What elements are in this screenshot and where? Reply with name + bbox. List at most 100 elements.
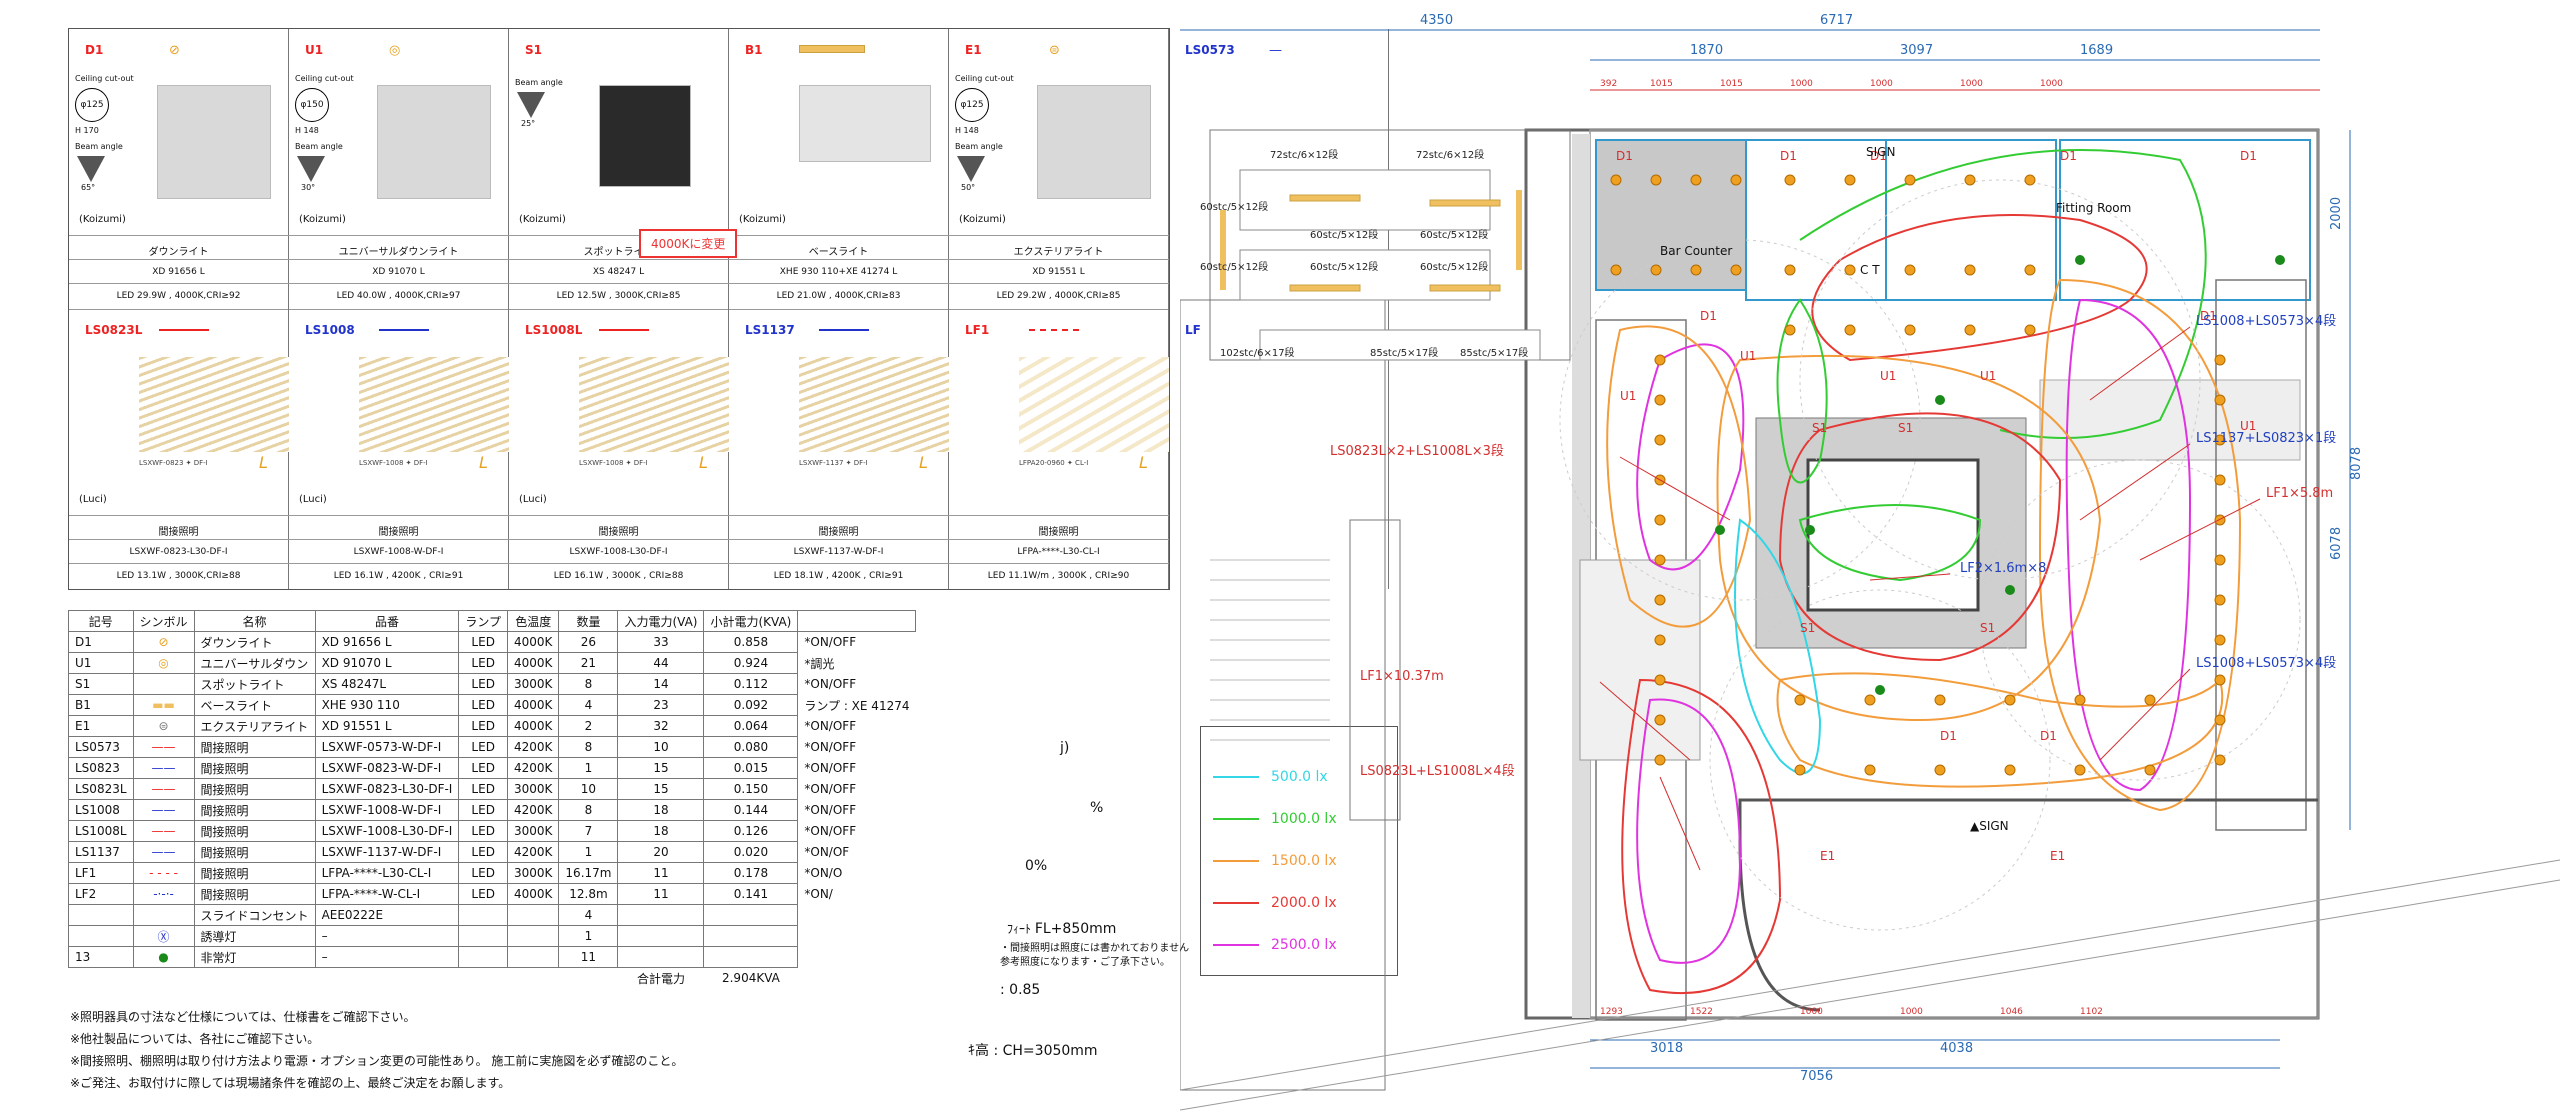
schedule-cell: Ⓧ (132, 925, 195, 947)
schedule-cell: —— (132, 820, 195, 842)
schedule-row: S1 スポットライト XS 48247L LED 3000K 8 14 0.112 *ON/OF… (68, 673, 916, 695)
schedule-header-cell: 記号 (68, 610, 134, 632)
schedule-cell: LFPA-****-W-CL-I (314, 883, 460, 905)
cutout-label: Ceiling cut-out (75, 74, 134, 83)
emergency-light-icon (1875, 685, 1885, 695)
schedule-cell: - - - - (132, 862, 195, 884)
cutout-circle-icon: φ125 (955, 88, 989, 122)
beam-angle: 65° (81, 183, 96, 192)
schedule-row: LS1137 —— 間接照明 LSXWF-1137-W-DF-I LED 4200K 1 20… (68, 841, 916, 863)
fixture-model: XD 91070 L (372, 267, 425, 277)
schedule-cell: 11 (617, 883, 705, 905)
schedule-total-row: 合計電力 2.904KVA (69, 968, 916, 989)
shelf-label: 72stc/6×12段 (1270, 148, 1338, 161)
fixture-label: U1 (1880, 369, 1896, 383)
schedule-cell: D1 (68, 631, 134, 653)
schedule-cell: 間接照明 (193, 841, 316, 863)
schedule-row: 13 ● 非常灯 – 11 (68, 946, 916, 968)
schedule-cell: XHE 930 110 (314, 694, 460, 716)
schedule-cell: LS1137 (68, 841, 134, 863)
downlight-marker-icon (1690, 174, 1702, 186)
maker-label: (Koizumi) (79, 214, 126, 225)
catalog-cell-ls1137: LS1137 LSXWF-1137 ✦ DF-I L 間接照明 LSXWF-1137-W… (729, 309, 949, 589)
fixture-specs: Beam angle 25° (515, 73, 585, 130)
dimension-sub-label: 1000 (1900, 1007, 1923, 1017)
schedule-cell: 26 (558, 631, 619, 653)
fixture-spec: LED 13.1W , 3000K,CRI≥88 (116, 571, 241, 581)
fixture-code: U1 (305, 43, 324, 57)
downlight-marker-icon (2214, 554, 2226, 566)
line-symbol-icon (379, 329, 429, 331)
right-shelf-wall (2215, 279, 2307, 831)
strip-label: LSXWF-1137 ✦ DF-I (799, 459, 868, 467)
downlight-marker-icon (2074, 694, 2086, 706)
height-label: H 170 (75, 126, 99, 135)
dimension-sub-label: 1046 (2000, 1007, 2023, 1017)
drawing-sheet: D1 ⊘ Ceiling cut-out φ125 H 170 Beam angle 65°… (0, 0, 2560, 1116)
schedule-cell: LS0823 (68, 757, 134, 779)
downlight-marker-icon (2214, 674, 2226, 686)
fixture-model: XD 91551 L (1032, 267, 1085, 277)
schedule-cell: 33 (617, 631, 705, 653)
total-value: 2.904KVA (721, 971, 780, 985)
schedule-cell (617, 946, 705, 968)
emergency-light-icon (1715, 525, 1725, 535)
led-strip-photo (359, 357, 509, 452)
downlight-marker-icon (1964, 264, 1976, 276)
downlight-marker-icon (1650, 264, 1662, 276)
schedule-cell: —— (132, 778, 195, 800)
schedule-cell: 間接照明 (193, 757, 316, 779)
total-label: 合計電力 (636, 971, 685, 986)
right-display (2039, 379, 2301, 461)
schedule-cell: 14 (617, 673, 705, 695)
schedule-cell: 0.020 (703, 841, 799, 863)
schedule-cell: ⊘ (132, 631, 195, 653)
fixture-label: D1 (1780, 149, 1797, 163)
schedule-cell: 4 (558, 694, 619, 716)
catalog-cell-b1: B1 (Koizumi) ベースライト XHE 930 110+XE 41274 L L… (729, 29, 949, 309)
schedule-cell: 10 (617, 736, 705, 758)
downlight-marker-icon (2214, 474, 2226, 486)
room-label: C T (1860, 263, 1880, 277)
dimension-label: 7056 (1800, 1069, 1833, 1084)
fixture-code: B1 (745, 43, 763, 57)
schedule-cell: ● (132, 946, 195, 968)
base-light-symbol-icon (799, 45, 865, 53)
maker-label: (Koizumi) (519, 214, 566, 225)
schedule-cell: 4000K (506, 883, 560, 905)
reference-note: 参考照度になります・ご了承下さい。 (1000, 957, 1170, 968)
schedule-cell: 11 (617, 862, 705, 884)
emergency-light-icon (1935, 395, 1945, 405)
schedule-cell: *ON/OFF (804, 740, 857, 754)
schedule-cell: 4000K (506, 715, 560, 737)
callout-label: LS1008+LS0573×4段 (2196, 656, 2336, 671)
stair-area (1180, 299, 1386, 1091)
schedule-cell: 0.924 (703, 652, 799, 674)
schedule-cell: LED (458, 652, 508, 674)
schedule-cell: 間接照明 (193, 736, 316, 758)
fixture-model: LFPA-****-L30-CL-I (1017, 547, 1100, 557)
schedule-cell (798, 947, 916, 968)
schedule-cell: ダウンライト (193, 631, 316, 653)
fixture-code: S1 (525, 43, 542, 57)
change-note: 4000Kに変更 (639, 229, 738, 258)
schedule-cell: 3000K (506, 862, 560, 884)
beam-angle-icon (517, 92, 545, 118)
note-line: ※間接照明、棚照明は取り付け方法より電源・オプション変更の可能性あり。 施工前に… (70, 1054, 684, 1068)
schedule-cell: 20 (617, 841, 705, 863)
fixture-symbol-icon: ⊘ (169, 43, 180, 58)
shelf-label: 85stc/5×17段 (1370, 346, 1438, 359)
note-line: ※ご発注、お取付けに際しては現場諸条件を確認の上、最終ご決定をお願します。 (70, 1076, 511, 1090)
fixture-code: E1 (965, 43, 982, 57)
strip-label: LSXWF-1008 ✦ DF-I (359, 459, 428, 467)
downlight-marker-icon (2144, 694, 2156, 706)
schedule-cell: 間接照明 (193, 778, 316, 800)
beam-angle-icon (957, 156, 985, 182)
street-edge-line (1180, 859, 2560, 1091)
room-label: Bar Counter (1660, 244, 1732, 258)
line-symbol-icon (159, 329, 209, 331)
downlight-marker-icon (1654, 354, 1666, 366)
fixture-symbol-icon: ◎ (389, 43, 401, 58)
downlight-marker-icon (1904, 264, 1916, 276)
schedule-cell: —— (132, 841, 195, 863)
